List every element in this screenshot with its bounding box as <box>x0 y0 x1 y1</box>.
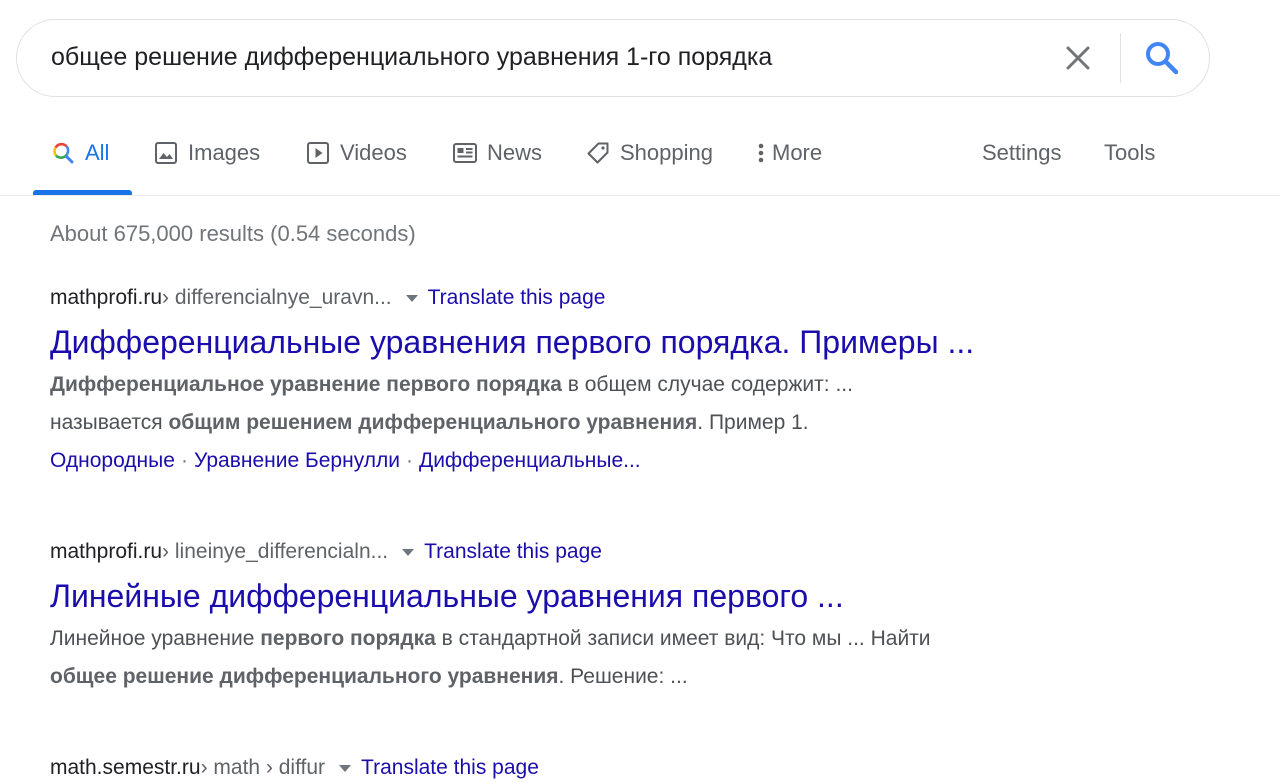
tab-label-all: All <box>85 140 110 165</box>
search-result: mathprofi.ru › differencialnye_uravn... … <box>50 286 1150 480</box>
caret-down-icon[interactable] <box>339 764 352 772</box>
result-breadcrumb: mathprofi.ru › lineinye_differencialn...… <box>50 540 1150 564</box>
sitelink[interactable]: Уравнение Бернулли <box>194 449 400 472</box>
clear-icon[interactable] <box>1060 40 1096 76</box>
tools-link[interactable]: Tools <box>1104 140 1155 166</box>
search-icon[interactable] <box>1143 39 1181 77</box>
snippet-line: Линейное уравнение первого порядка в ста… <box>50 620 1150 658</box>
tab-label-news: News <box>487 140 543 165</box>
result-title[interactable]: Дифференциальные уравнения первого поряд… <box>50 322 1150 362</box>
snippet-text: называется <box>50 411 169 434</box>
snippet-line: Дифференциальное уравнение первого поряд… <box>50 366 1150 404</box>
tab-label-more: More <box>772 140 823 165</box>
more-vert-icon <box>758 143 764 163</box>
caret-down-icon[interactable] <box>405 294 418 302</box>
result-path: › math › diffur <box>200 756 326 779</box>
result-domain: math.semestr.ru <box>50 756 201 779</box>
search-box[interactable]: общее решение дифференциального уравнени… <box>16 19 1210 97</box>
tab-label-videos: Videos <box>340 140 407 165</box>
result-path: › differencialnye_uravn... <box>162 286 392 309</box>
result-breadcrumb: math.semestr.ru › math › diffur Translat… <box>50 756 1150 780</box>
settings-link[interactable]: Settings <box>982 140 1062 166</box>
tab-more[interactable]: More <box>754 140 822 166</box>
tab-news[interactable]: News <box>453 140 542 166</box>
search-input[interactable]: общее решение дифференциального уравнени… <box>51 43 772 72</box>
snippet-text: в стандартной записи имеет вид: Что мы .… <box>435 627 931 650</box>
translate-link[interactable]: Translate this page <box>361 756 539 780</box>
result-title[interactable]: Линейные дифференциальные уравнения перв… <box>50 576 1150 616</box>
tab-images[interactable]: Images <box>154 140 260 166</box>
snippet-text: . Пример 1. <box>697 411 809 434</box>
sitelink[interactable]: Однородные <box>50 449 175 472</box>
play-icon <box>307 142 329 164</box>
result-path: › lineinye_differencialn... <box>162 540 389 563</box>
image-icon <box>155 142 177 164</box>
caret-down-icon[interactable] <box>402 548 415 556</box>
sitelink[interactable]: Дифференциальные... <box>419 449 641 472</box>
news-icon <box>453 143 477 163</box>
snippet-text: . Решение: ... <box>558 665 688 688</box>
tab-videos[interactable]: Videos <box>306 140 407 166</box>
search-tabs: All Images Videos News Shopping More Set… <box>0 130 1280 196</box>
translate-link[interactable]: Translate this page <box>424 540 602 564</box>
snippet-bold: первого порядка <box>260 627 436 650</box>
tag-icon <box>587 142 609 164</box>
tab-label-shopping: Shopping <box>620 140 713 165</box>
search-result: math.semestr.ru › math › diffur Translat… <box>50 756 1150 780</box>
tab-label-images: Images <box>188 140 261 165</box>
result-domain: mathprofi.ru <box>50 286 163 309</box>
search-divider <box>1120 33 1121 83</box>
result-snippet: Линейное уравнение первого порядка в ста… <box>50 620 1150 696</box>
search-result: mathprofi.ru › lineinye_differencialn...… <box>50 540 1150 696</box>
result-sitelinks: Однородные · Уравнение Бернулли · Дифференци… <box>50 442 1150 480</box>
tab-all[interactable]: All <box>51 140 109 166</box>
search-icon <box>53 142 74 164</box>
tab-shopping[interactable]: Shopping <box>586 140 713 166</box>
sitelink-separator: · <box>405 449 413 472</box>
snippet-bold: общим решением дифференциального уравнен… <box>168 411 698 434</box>
snippet-bold: Дифференциальное уравнение первого поряд… <box>50 373 562 396</box>
snippet-text: в общем случае содержит: ... <box>561 373 853 396</box>
tabs-divider <box>0 195 1280 196</box>
snippet-line: называется общим решением дифференциальн… <box>50 404 1150 442</box>
result-domain: mathprofi.ru <box>50 540 163 563</box>
sitelink-separator: · <box>180 449 188 472</box>
snippet-bold: общее решение дифференциального уравнени… <box>50 665 559 688</box>
result-stats: About 675,000 results (0.54 seconds) <box>50 221 416 246</box>
snippet-text: Линейное уравнение <box>50 627 261 650</box>
result-snippet: Дифференциальное уравнение первого поряд… <box>50 366 1150 442</box>
snippet-line: общее решение дифференциального уравнени… <box>50 658 1150 696</box>
result-breadcrumb: mathprofi.ru › differencialnye_uravn... … <box>50 286 1150 310</box>
translate-link[interactable]: Translate this page <box>428 286 606 310</box>
